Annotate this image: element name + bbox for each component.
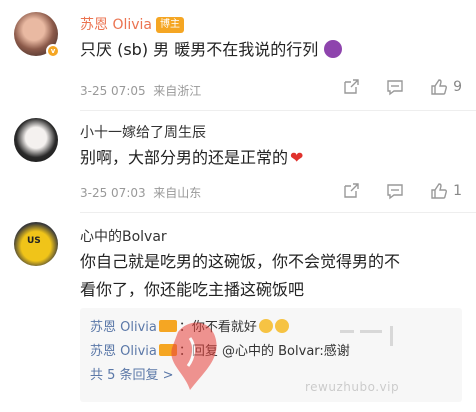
comment-text: 你自己就是吃男的这碗饭，你不会觉得男的不 看你了，你还能吃主播这碗饭吧 bbox=[80, 248, 462, 304]
comment-time: 3-25 07:05 bbox=[80, 84, 146, 98]
author-name[interactable]: 心中的Bolvar bbox=[80, 229, 167, 245]
blogger-tag: 博主 bbox=[156, 17, 185, 33]
blogger-tag-icon bbox=[158, 344, 177, 356]
like-icon bbox=[431, 183, 448, 199]
comment-actions: 1 bbox=[342, 182, 462, 200]
reply-author[interactable]: 苏恩 Olivia bbox=[90, 320, 157, 335]
like-button[interactable]: 9 bbox=[430, 78, 462, 96]
comment-item: v 苏恩 Olivia 博主 只厌 (sb) 男 暖男不在我说的行列 3-25 0… bbox=[0, 12, 476, 108]
reply-list[interactable]: 苏恩 Olivia ：你不看就好 苏恩 Olivia ：回复 @心中的 Bolvar… bbox=[80, 308, 462, 402]
comment-text: 只厌 (sb) 男 暖男不在我说的行列 bbox=[80, 36, 462, 64]
reply-item[interactable]: 苏恩 Olivia ：你不看就好 bbox=[90, 316, 452, 340]
comment-author[interactable]: 苏恩 Olivia 博主 bbox=[80, 14, 185, 34]
comment-icon bbox=[387, 80, 403, 96]
devil-emoji-icon bbox=[324, 40, 343, 58]
share-button[interactable] bbox=[342, 78, 360, 96]
comment-text-content: 别啊，大部分男的还是正常的 bbox=[80, 148, 289, 167]
heart-emoji-icon: ❤ bbox=[290, 148, 304, 167]
comment-text: 别啊，大部分男的还是正常的 ❤ bbox=[80, 144, 462, 172]
author-name[interactable]: 小十一嫁给了周生辰 bbox=[80, 125, 206, 141]
share-icon bbox=[344, 183, 359, 198]
comment-time: 3-25 07:03 bbox=[80, 186, 146, 200]
reply-text: ：回复 @心中的 Bolvar:感谢 bbox=[178, 344, 350, 359]
reply-item[interactable]: 苏恩 Olivia ：回复 @心中的 Bolvar:感谢 bbox=[90, 340, 452, 364]
like-button[interactable]: 1 bbox=[430, 182, 462, 200]
watermark-text: rewuzhubo.vip bbox=[305, 380, 400, 394]
comment-item: 小十一嫁给了周生辰 别啊，大部分男的还是正常的 ❤ 3-25 07:03 来自山东… bbox=[0, 118, 476, 214]
comment-button[interactable] bbox=[386, 182, 404, 200]
comment-location: 来自浙江 bbox=[153, 84, 202, 98]
share-button[interactable] bbox=[342, 182, 360, 200]
comment-text-line: 看你了，你还能吃主播这碗饭吧 bbox=[80, 280, 305, 299]
blogger-tag-icon bbox=[158, 320, 177, 332]
comment-text-line: 你自己就是吃男的这碗饭，你不会觉得男的不 bbox=[80, 252, 401, 271]
comment-location: 来自山东 bbox=[153, 186, 202, 200]
reply-author[interactable]: 苏恩 Olivia bbox=[90, 344, 157, 359]
like-count: 9 bbox=[453, 79, 462, 95]
comment-icon bbox=[387, 184, 403, 200]
comment-text-content: 只厌 (sb) 男 暖男不在我说的行列 bbox=[80, 40, 319, 59]
comment-actions: 9 bbox=[342, 78, 462, 96]
comment-meta: 3-25 07:03 来自山东 bbox=[80, 184, 201, 201]
smile-emoji-icon bbox=[274, 319, 289, 333]
avatar[interactable] bbox=[14, 118, 58, 162]
like-count: 1 bbox=[453, 183, 462, 199]
divider bbox=[80, 212, 476, 213]
reply-text: ：你不看就好 bbox=[178, 320, 257, 335]
comment-meta: 3-25 07:05 来自浙江 bbox=[80, 82, 201, 99]
like-icon bbox=[431, 79, 448, 95]
comment-author[interactable]: 心中的Bolvar bbox=[80, 226, 167, 246]
author-name[interactable]: 苏恩 Olivia bbox=[80, 17, 152, 33]
comment-button[interactable] bbox=[386, 78, 404, 96]
avatar[interactable]: US bbox=[14, 222, 58, 266]
comment-author[interactable]: 小十一嫁给了周生辰 bbox=[80, 122, 206, 142]
verified-badge-icon: v bbox=[46, 44, 60, 58]
smile-emoji-icon bbox=[258, 319, 273, 333]
divider bbox=[80, 110, 476, 111]
share-icon bbox=[344, 79, 359, 94]
